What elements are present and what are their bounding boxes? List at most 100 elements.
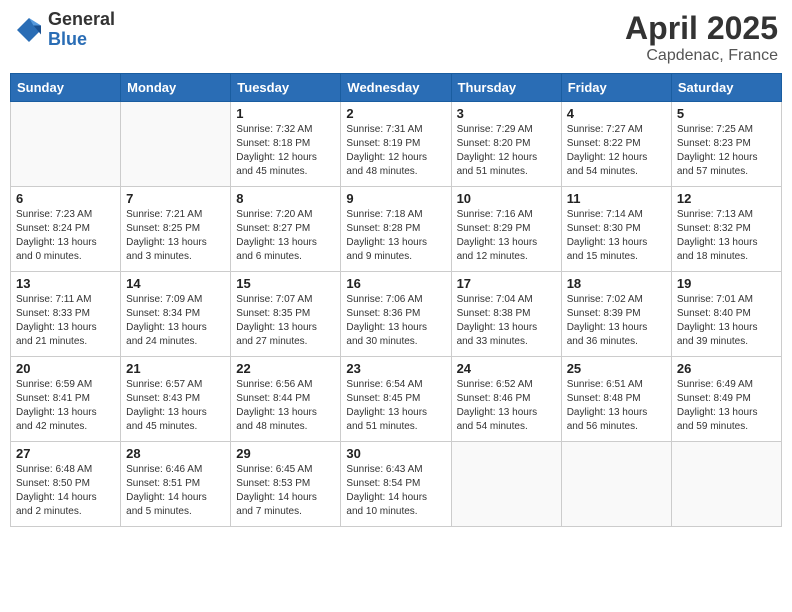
sunrise-text: Sunrise: 7:14 AM: [567, 208, 666, 222]
sunset-text: Sunset: 8:44 PM: [236, 392, 335, 406]
daylight-label: Daylight: 13 hoursand 39 minutes.: [677, 321, 776, 349]
daylight-minutes: and 48 minutes.: [236, 421, 307, 432]
day-info: Sunrise: 7:20 AMSunset: 8:27 PMDaylight:…: [236, 208, 335, 264]
title-block: April 2025 Capdenac, France: [625, 10, 778, 65]
sunset-text: Sunset: 8:41 PM: [16, 392, 115, 406]
sunset-text: Sunset: 8:43 PM: [126, 392, 225, 406]
calendar-day-cell: 8 Sunrise: 7:20 AMSunset: 8:27 PMDaylight…: [231, 187, 341, 272]
calendar-day-cell: 20Sunrise: 6:59 AMSunset: 8:41 PMDayligh…: [11, 357, 121, 442]
daylight-minutes: and 54 minutes.: [567, 166, 638, 177]
daylight-minutes: and 21 minutes.: [16, 336, 87, 347]
sunrise-text: Sunrise: 7:04 AM: [457, 293, 556, 307]
calendar-day-cell: 27Sunrise: 6:48 AMSunset: 8:50 PMDayligh…: [11, 442, 121, 527]
day-number: 10: [457, 191, 556, 206]
daylight-label: Daylight: 13 hoursand 0 minutes.: [16, 236, 115, 264]
sunrise-text: Sunrise: 7:09 AM: [126, 293, 225, 307]
daylight-minutes: and 48 minutes.: [346, 166, 417, 177]
daylight-hours: Daylight: 13 hours: [346, 322, 427, 333]
sunrise-text: Sunrise: 6:43 AM: [346, 463, 445, 477]
daylight-minutes: and 57 minutes.: [677, 166, 748, 177]
calendar-day-cell: 18Sunrise: 7:02 AMSunset: 8:39 PMDayligh…: [561, 272, 671, 357]
sunset-text: Sunset: 8:23 PM: [677, 137, 776, 151]
sunset-text: Sunset: 8:35 PM: [236, 307, 335, 321]
day-number: 15: [236, 276, 335, 291]
daylight-minutes: and 3 minutes.: [126, 251, 192, 262]
daylight-minutes: and 45 minutes.: [236, 166, 307, 177]
daylight-hours: Daylight: 12 hours: [457, 152, 538, 163]
sunrise-text: Sunrise: 6:49 AM: [677, 378, 776, 392]
calendar-day-cell: 3Sunrise: 7:29 AMSunset: 8:20 PMDaylight…: [451, 102, 561, 187]
day-number: 8: [236, 191, 335, 206]
daylight-label: Daylight: 13 hours and 48 minutes.: [236, 406, 335, 434]
daylight-label: Daylight: 12 hours and 45 minutes.: [236, 151, 335, 179]
day-number: 11: [567, 191, 666, 206]
daylight-minutes: and 51 minutes.: [346, 421, 417, 432]
daylight-hours: Daylight: 13 hours: [677, 407, 758, 418]
sunrise-text: Sunrise: 7:32 AM: [236, 123, 335, 137]
sunset-text: Sunset: 8:30 PM: [567, 222, 666, 236]
day-info: Sunrise: 7:07 AMSunset: 8:35 PMDaylight:…: [236, 293, 335, 349]
daylight-minutes: and 36 minutes.: [567, 336, 638, 347]
calendar-day-cell: [11, 102, 121, 187]
daylight-hours: Daylight: 13 hours: [346, 237, 427, 248]
daylight-minutes: and 42 minutes.: [16, 421, 87, 432]
daylight-minutes: and 5 minutes.: [126, 506, 192, 517]
calendar-day-cell: 19Sunrise: 7:01 AMSunset: 8:40 PMDayligh…: [671, 272, 781, 357]
calendar-day-cell: 22Sunrise: 6:56 AMSunset: 8:44 PMDayligh…: [231, 357, 341, 442]
daylight-label: Daylight: 13 hoursand 15 minutes.: [567, 236, 666, 264]
day-number: 5: [677, 106, 776, 121]
logo-text: General Blue: [48, 10, 115, 50]
logo: General Blue: [14, 10, 115, 50]
daylight-label: Daylight: 14 hoursand 5 minutes.: [126, 491, 225, 519]
sunset-text: Sunset: 8:19 PM: [346, 137, 445, 151]
day-info: Sunrise: 7:18 AMSunset: 8:28 PMDaylight:…: [346, 208, 445, 264]
daylight-label: Daylight: 13 hoursand 6 minutes.: [236, 236, 335, 264]
day-number: 13: [16, 276, 115, 291]
daylight-hours: Daylight: 13 hours: [236, 407, 317, 418]
day-of-week-header: Friday: [561, 74, 671, 102]
daylight-hours: Daylight: 13 hours: [567, 237, 648, 248]
day-number: 6: [16, 191, 115, 206]
sunrise-text: Sunrise: 7:31 AM: [346, 123, 445, 137]
daylight-hours: Daylight: 12 hours: [346, 152, 427, 163]
daylight-hours: Daylight: 14 hours: [236, 492, 317, 503]
daylight-hours: Daylight: 13 hours: [126, 237, 207, 248]
day-info: Sunrise: 7:09 AMSunset: 8:34 PMDaylight:…: [126, 293, 225, 349]
daylight-label: Daylight: 13 hoursand 24 minutes.: [126, 321, 225, 349]
logo-general-text: General: [48, 10, 115, 30]
daylight-minutes: and 33 minutes.: [457, 336, 528, 347]
calendar-day-cell: [671, 442, 781, 527]
daylight-hours: Daylight: 13 hours: [126, 407, 207, 418]
calendar-week-row: 20Sunrise: 6:59 AMSunset: 8:41 PMDayligh…: [11, 357, 782, 442]
calendar-week-row: 6Sunrise: 7:23 AMSunset: 8:24 PMDaylight…: [11, 187, 782, 272]
sunrise-text: Sunrise: 7:18 AM: [346, 208, 445, 222]
sunset-text: Sunset: 8:46 PM: [457, 392, 556, 406]
daylight-label: Daylight: 14 hoursand 10 minutes.: [346, 491, 445, 519]
sunrise-text: Sunrise: 6:46 AM: [126, 463, 225, 477]
daylight-minutes: and 54 minutes.: [457, 421, 528, 432]
day-info: Sunrise: 7:04 AMSunset: 8:38 PMDaylight:…: [457, 293, 556, 349]
calendar-table: SundayMondayTuesdayWednesdayThursdayFrid…: [10, 73, 782, 527]
sunset-text: Sunset: 8:45 PM: [346, 392, 445, 406]
calendar-day-cell: 14Sunrise: 7:09 AMSunset: 8:34 PMDayligh…: [121, 272, 231, 357]
sunset-text: Sunset: 8:39 PM: [567, 307, 666, 321]
sunrise-text: Sunrise: 6:59 AM: [16, 378, 115, 392]
daylight-hours: Daylight: 13 hours: [457, 322, 538, 333]
daylight-minutes: and 30 minutes.: [346, 336, 417, 347]
daylight-hours: Daylight: 14 hours: [346, 492, 427, 503]
daylight-label: Daylight: 13 hoursand 59 minutes.: [677, 406, 776, 434]
day-info: Sunrise: 7:14 AMSunset: 8:30 PMDaylight:…: [567, 208, 666, 264]
sunrise-text: Sunrise: 7:01 AM: [677, 293, 776, 307]
day-info: Sunrise: 7:21 AMSunset: 8:25 PMDaylight:…: [126, 208, 225, 264]
calendar-day-cell: 24Sunrise: 6:52 AMSunset: 8:46 PMDayligh…: [451, 357, 561, 442]
day-info: Sunrise: 6:54 AMSunset: 8:45 PMDaylight:…: [346, 378, 445, 434]
daylight-label: Daylight: 13 hoursand 21 minutes.: [16, 321, 115, 349]
daylight-minutes: and 0 minutes.: [16, 251, 82, 262]
day-info: Sunrise: 6:49 AMSunset: 8:49 PMDaylight:…: [677, 378, 776, 434]
daylight-hours: Daylight: 12 hours: [236, 152, 317, 163]
day-of-week-header: Sunday: [11, 74, 121, 102]
sunset-text: Sunset: 8:34 PM: [126, 307, 225, 321]
day-number: 27: [16, 446, 115, 461]
sunset-text: Sunset: 8:49 PM: [677, 392, 776, 406]
day-info: Sunrise: 6:59 AMSunset: 8:41 PMDaylight:…: [16, 378, 115, 434]
